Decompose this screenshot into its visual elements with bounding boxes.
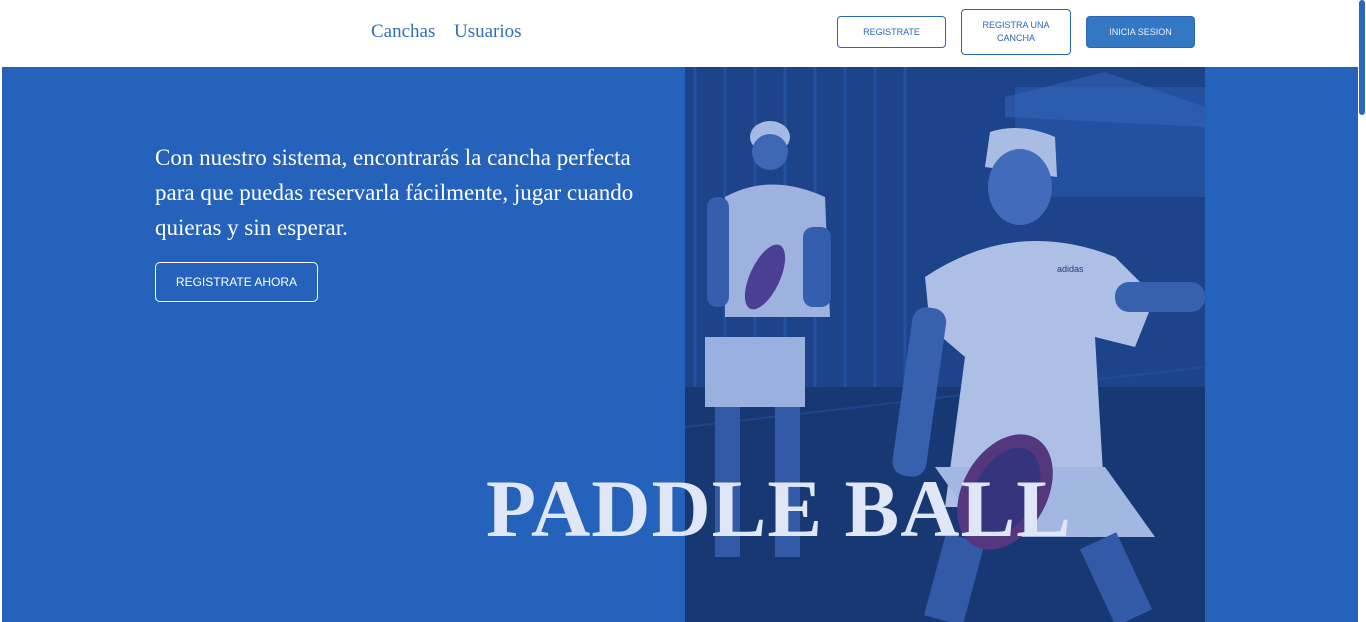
register-court-button[interactable]: REGISTRA UNA CANCHA	[961, 9, 1071, 55]
hero-description: Con nuestro sistema, encontrarás la canc…	[155, 145, 634, 240]
login-button[interactable]: INICIA SESION	[1086, 16, 1195, 48]
register-button[interactable]: REGISTRATE	[837, 16, 946, 48]
top-navbar: Canchas Usuarios REGISTRATE REGISTRA UNA…	[0, 0, 1358, 67]
page-scrollbar-thumb[interactable]	[1359, 0, 1365, 115]
hero-title: PADDLE BALL	[486, 463, 1072, 554]
hero-section: Con nuestro sistema, encontrarás la canc…	[2, 67, 1358, 622]
nav-link-canchas[interactable]: Canchas	[371, 21, 435, 43]
nav-link-usuarios[interactable]: Usuarios	[454, 21, 522, 43]
register-now-button[interactable]: REGISTRATE AHORA	[155, 262, 318, 302]
